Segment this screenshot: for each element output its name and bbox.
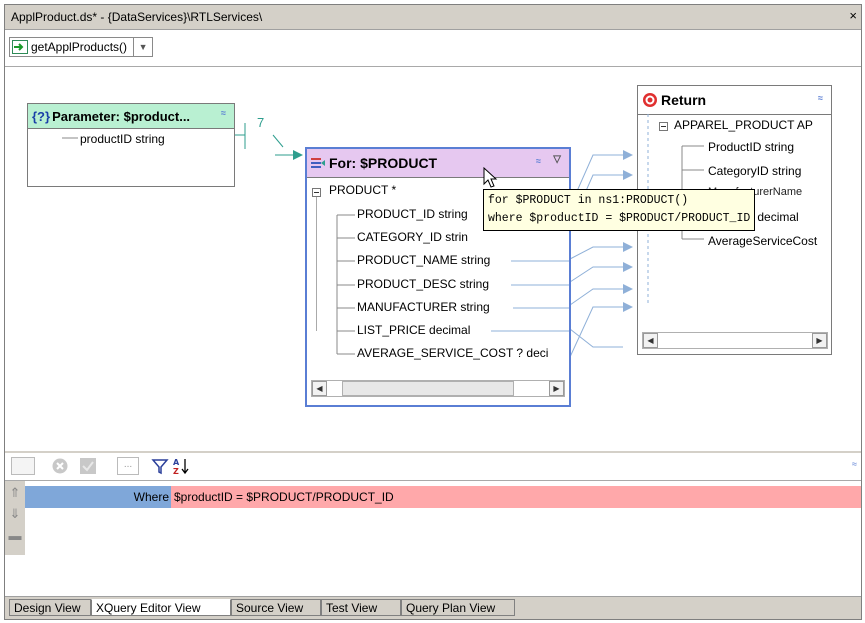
where-row[interactable]: Where $productID = $PRODUCT/PRODUCT_ID: [25, 486, 861, 508]
filter-icon[interactable]: [151, 457, 169, 475]
collapse-icon[interactable]: ≈: [536, 156, 541, 166]
horizontal-scrollbar[interactable]: ◀ ▶: [642, 332, 828, 349]
parameter-icon: {?}: [32, 108, 51, 124]
view-tabs: Design View XQuery Editor View Source View…: [5, 596, 861, 619]
scroll-left-icon[interactable]: ◀: [312, 381, 327, 396]
blank-button[interactable]: [11, 457, 35, 475]
return-field-row[interactable]: CategoryID string: [708, 164, 801, 178]
move-up-icon[interactable]: ⇑: [7, 484, 23, 502]
for-loop-icon: [311, 158, 325, 168]
remove-row-icon[interactable]: ▬: [7, 527, 23, 545]
where-toolbar: ... A Z ≈: [5, 453, 861, 481]
return-header[interactable]: Return ≈: [638, 86, 831, 115]
chevron-down-icon[interactable]: ▼: [133, 38, 152, 56]
mouse-pointer-icon: [483, 167, 498, 188]
scroll-left-icon[interactable]: ◀: [643, 333, 658, 348]
return-field-row[interactable]: AverageServiceCost: [708, 234, 817, 248]
for-field-row[interactable]: CATEGORY_ID strin: [357, 230, 468, 244]
svg-text:A: A: [173, 458, 180, 467]
move-down-icon[interactable]: ⇓: [7, 505, 23, 523]
row-actions: ⇑ ⇓ ▬: [5, 481, 25, 555]
horizontal-scrollbar[interactable]: ◀ ▶: [311, 380, 565, 397]
connector-label: 7: [257, 115, 265, 130]
for-field-row[interactable]: MANUFACTURER string: [357, 300, 490, 314]
sort-az-icon[interactable]: A Z: [171, 457, 193, 475]
tab-query-plan-view[interactable]: Query Plan View: [401, 599, 515, 616]
return-title: Return: [661, 92, 707, 108]
scroll-right-icon[interactable]: ▶: [812, 333, 827, 348]
function-selector[interactable]: getApplProducts() ▼: [9, 37, 154, 57]
function-name: getApplProducts(): [31, 40, 128, 54]
design-canvas[interactable]: {?} Parameter: $product... ≈ productID s…: [5, 67, 861, 451]
return-field-row[interactable]: ProductID string: [708, 140, 794, 154]
close-icon[interactable]: ×: [849, 8, 857, 23]
for-clause-tooltip: for $PRODUCT in ns1:PRODUCT() where $pro…: [483, 189, 756, 231]
for-title: For: $PRODUCT: [329, 155, 438, 171]
tooltip-line-1: for $PRODUCT in ns1:PRODUCT(): [488, 194, 689, 207]
scroll-right-icon[interactable]: ▶: [549, 381, 564, 396]
ellipsis-button[interactable]: ...: [117, 457, 139, 475]
parameter-title: Parameter: $product...: [52, 108, 191, 124]
checkbox-icon[interactable]: [79, 457, 97, 475]
parameter-row: productID string: [80, 132, 165, 146]
tab-xquery-editor-view[interactable]: XQuery Editor View: [91, 599, 231, 616]
tab-test-view[interactable]: Test View: [321, 599, 401, 616]
tree-line: [62, 137, 78, 139]
for-field-row[interactable]: PRODUCT_ID string: [357, 207, 468, 221]
function-toolbar: getApplProducts() ▼: [5, 30, 861, 67]
function-arrow-icon: [12, 40, 28, 54]
tooltip-line-2: where $productID = $PRODUCT/PRODUCT_ID: [488, 212, 751, 225]
filter-icon[interactable]: ▽: [553, 154, 561, 165]
tab-source-view[interactable]: Source View: [231, 599, 321, 616]
for-field-row[interactable]: AVERAGE_SERVICE_COST ? deci: [357, 346, 548, 360]
for-field-row[interactable]: PRODUCT_NAME string: [357, 253, 490, 267]
delete-icon[interactable]: [51, 457, 69, 475]
svg-text:Z: Z: [173, 467, 179, 475]
for-field-row[interactable]: PRODUCT_DESC string: [357, 277, 489, 291]
collapse-icon[interactable]: ≈: [221, 108, 226, 118]
parameter-header[interactable]: {?} Parameter: $product... ≈: [28, 104, 234, 129]
for-field-row[interactable]: LIST_PRICE decimal: [357, 323, 470, 337]
where-label: Where: [25, 486, 171, 508]
scroll-thumb[interactable]: [342, 381, 514, 396]
collapse-icon[interactable]: ≈: [818, 93, 823, 103]
title-bar: ApplProduct.ds* - {DataServices}\RTLServ…: [5, 5, 861, 30]
for-box[interactable]: For: $PRODUCT ≈ ▽ PRODUCT * PRODUCT_ID s…: [305, 147, 571, 407]
for-header[interactable]: For: $PRODUCT ≈ ▽: [307, 149, 569, 178]
for-root-row: PRODUCT *: [329, 183, 397, 197]
where-expression[interactable]: $productID = $PRODUCT/PRODUCT_ID: [171, 486, 861, 508]
editor-window: ApplProduct.ds* - {DataServices}\RTLServ…: [4, 4, 862, 620]
parameter-box[interactable]: {?} Parameter: $product... ≈ productID s…: [27, 103, 235, 187]
tab-design-view[interactable]: Design View: [9, 599, 91, 616]
return-root-row: APPAREL_PRODUCT AP: [674, 118, 813, 132]
target-icon: [643, 93, 657, 107]
collapse-panel-icon[interactable]: ≈: [852, 459, 857, 469]
window-title: ApplProduct.ds* - {DataServices}\RTLServ…: [11, 10, 263, 24]
where-clause-panel: ⇑ ⇓ ▬ Where $productID = $PRODUCT/PRODUC…: [5, 481, 861, 597]
